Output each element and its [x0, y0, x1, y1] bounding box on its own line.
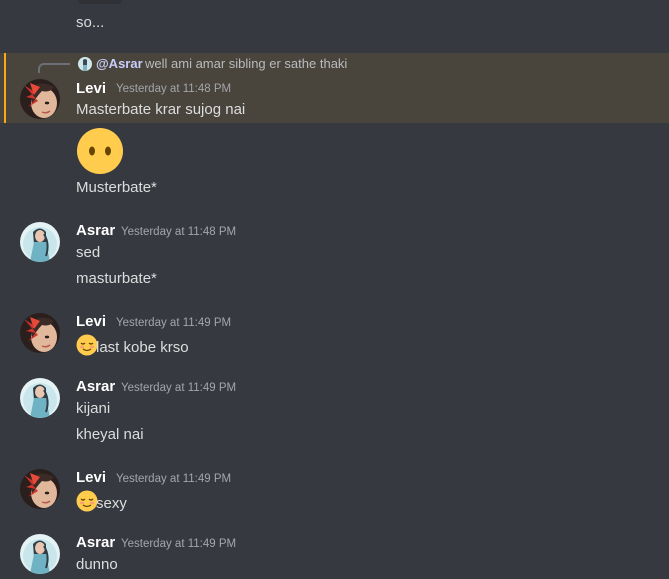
reply-avatar[interactable]: [78, 57, 92, 71]
timestamp[interactable]: Yesterday at 11:49 PM: [116, 471, 231, 487]
message-text: kheyal nai: [76, 426, 144, 443]
message-text: sed: [76, 244, 101, 261]
message-text: so...: [76, 14, 105, 31]
timestamp[interactable]: Yesterday at 11:49 PM: [116, 315, 231, 331]
relieved-face-emoji[interactable]: [76, 490, 98, 512]
reply-preview-text[interactable]: well ami amar sibling er sathe thaki: [145, 56, 347, 72]
timestamp[interactable]: Yesterday at 11:48 PM: [116, 81, 231, 97]
message-text-content: last kobe krso: [96, 339, 189, 356]
message-text: sexy: [76, 490, 127, 514]
message-text: kijani: [76, 400, 111, 417]
username[interactable]: Levi: [76, 468, 106, 488]
timestamp[interactable]: Yesterday at 11:48 PM: [121, 224, 236, 240]
username[interactable]: Asrar: [76, 533, 115, 553]
username[interactable]: Asrar: [76, 221, 115, 241]
mention-highlight-bar: [4, 53, 6, 123]
message-text: last kobe krso: [76, 334, 189, 358]
reply-connector: [38, 63, 70, 73]
avatar[interactable]: [20, 222, 60, 262]
avatar[interactable]: [20, 313, 60, 353]
message-text: dunno: [76, 556, 118, 573]
face-without-mouth-emoji[interactable]: [76, 127, 124, 175]
timestamp[interactable]: Yesterday at 11:49 PM: [121, 380, 236, 396]
message-text: masturbate*: [76, 270, 157, 287]
chat-messages: so... @Asrar well ami amar sibling er sa…: [0, 0, 669, 579]
avatar[interactable]: [20, 534, 60, 574]
timestamp[interactable]: Yesterday at 11:49 PM: [121, 536, 236, 552]
relieved-face-emoji[interactable]: [76, 334, 98, 356]
reply-mention[interactable]: @Asrar: [96, 56, 143, 72]
avatar[interactable]: [20, 79, 60, 119]
message-text: Musterbate*: [76, 179, 157, 196]
username[interactable]: Levi: [76, 312, 106, 332]
message-text: Masterbate krar sujog nai: [76, 101, 246, 118]
avatar[interactable]: [20, 469, 60, 509]
avatar[interactable]: [20, 378, 60, 418]
username[interactable]: Levi: [76, 79, 106, 99]
message-text-content: sexy: [96, 495, 127, 512]
reaction-pill[interactable]: [78, 0, 122, 4]
username[interactable]: Asrar: [76, 377, 115, 397]
